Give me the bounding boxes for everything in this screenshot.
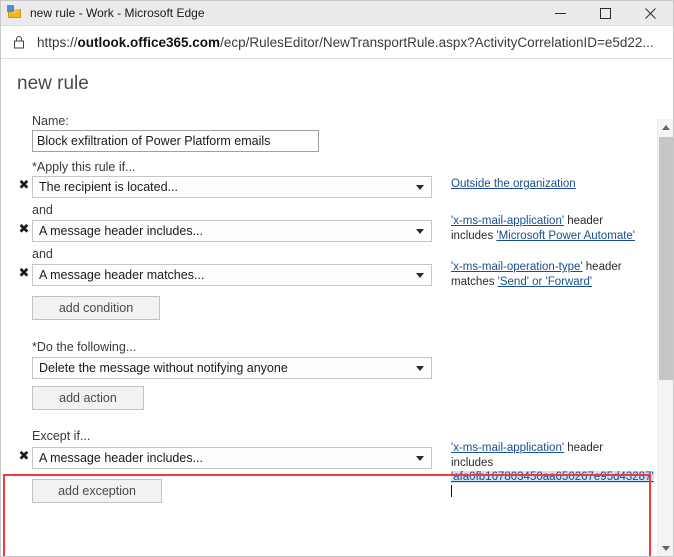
exception-1-link-1[interactable]: 'x-ms-mail-application'	[451, 442, 564, 454]
condition-3-description: 'x-ms-mail-operation-type' header matche…	[451, 260, 647, 289]
url-domain: outlook.office365.com	[77, 34, 221, 50]
condition-3-select-value: A message header matches...	[39, 268, 205, 282]
add-condition-button[interactable]: add condition	[32, 296, 160, 320]
condition-2-link-1[interactable]: 'x-ms-mail-application'	[451, 215, 564, 227]
chevron-down-icon	[416, 456, 424, 461]
apply-rule-label: *Apply this rule if...	[32, 160, 136, 174]
vertical-scrollbar[interactable]	[657, 119, 673, 556]
minimize-icon[interactable]	[538, 1, 583, 26]
delete-condition-1-button[interactable]: ✖	[18, 179, 30, 193]
delete-exception-1-button[interactable]: ✖	[18, 450, 30, 464]
rule-form: Name: *Apply this rule if... ✖ The recip…	[1, 114, 654, 503]
delete-condition-3-button[interactable]: ✖	[18, 267, 30, 281]
do-following-label: *Do the following...	[32, 340, 137, 354]
page-content: new rule Name: *Apply this rule if... ✖ …	[1, 59, 673, 556]
add-action-button[interactable]: add action	[32, 386, 144, 410]
maximize-icon[interactable]	[583, 1, 628, 26]
window-title: new rule - Work - Microsoft Edge	[30, 6, 205, 20]
condition-1-description: Outside the organization	[451, 177, 647, 192]
url-text[interactable]: https://outlook.office365.com/ecp/RulesE…	[37, 35, 654, 50]
chevron-down-icon	[416, 273, 424, 278]
condition-3-link-2[interactable]: 'Send' or 'Forward'	[498, 276, 592, 288]
condition-1-link-1[interactable]: Outside the organization	[451, 178, 576, 190]
name-label: Name:	[32, 114, 69, 128]
scroll-up-button[interactable]	[658, 119, 673, 135]
and-separator-1: and	[32, 203, 53, 217]
title-bar: new rule - Work - Microsoft Edge	[1, 1, 673, 26]
except-if-label: Except if...	[32, 429, 91, 443]
exception-1-select[interactable]: A message header includes...	[32, 447, 432, 469]
url-scheme: https://	[37, 34, 78, 50]
url-path: /ecp/RulesEditor/NewTransportRule.aspx?A…	[220, 34, 654, 50]
add-exception-button[interactable]: add exception	[32, 479, 162, 503]
lock-icon	[14, 36, 24, 49]
scrollbar-thumb[interactable]	[659, 137, 673, 380]
exception-1-select-value: A message header includes...	[39, 451, 203, 465]
text-cursor	[451, 484, 452, 497]
condition-2-select-value: A message header includes...	[39, 224, 203, 238]
close-icon[interactable]	[628, 1, 673, 26]
page-title: new rule	[17, 73, 89, 94]
exception-1-link-2[interactable]: 'afa0fb167803450aa650267e95d43287'	[451, 471, 654, 483]
window-controls	[538, 1, 673, 26]
name-input[interactable]	[32, 130, 319, 152]
chevron-down-icon	[416, 229, 424, 234]
condition-1-select[interactable]: The recipient is located...	[32, 176, 432, 198]
chevron-down-icon	[416, 185, 424, 190]
chevron-down-icon	[416, 366, 424, 371]
condition-3-select[interactable]: A message header matches...	[32, 264, 432, 286]
condition-2-select[interactable]: A message header includes...	[32, 220, 432, 242]
delete-condition-2-button[interactable]: ✖	[18, 223, 30, 237]
condition-2-link-2[interactable]: 'Microsoft Power Automate'	[496, 230, 635, 242]
action-select[interactable]: Delete the message without notifying any…	[32, 357, 432, 379]
exception-1-description: 'x-ms-mail-application' header includes …	[451, 441, 654, 499]
browser-window: new rule - Work - Microsoft Edge https:/…	[0, 0, 674, 557]
condition-2-description: 'x-ms-mail-application' header includes …	[451, 214, 647, 243]
condition-1-select-value: The recipient is located...	[39, 180, 178, 194]
action-select-value: Delete the message without notifying any…	[39, 361, 288, 375]
address-bar[interactable]: https://outlook.office365.com/ecp/RulesE…	[1, 26, 673, 59]
condition-3-link-1[interactable]: 'x-ms-mail-operation-type'	[451, 261, 583, 273]
and-separator-2: and	[32, 247, 53, 261]
envelope-icon	[7, 5, 23, 21]
scroll-down-button[interactable]	[658, 540, 673, 556]
